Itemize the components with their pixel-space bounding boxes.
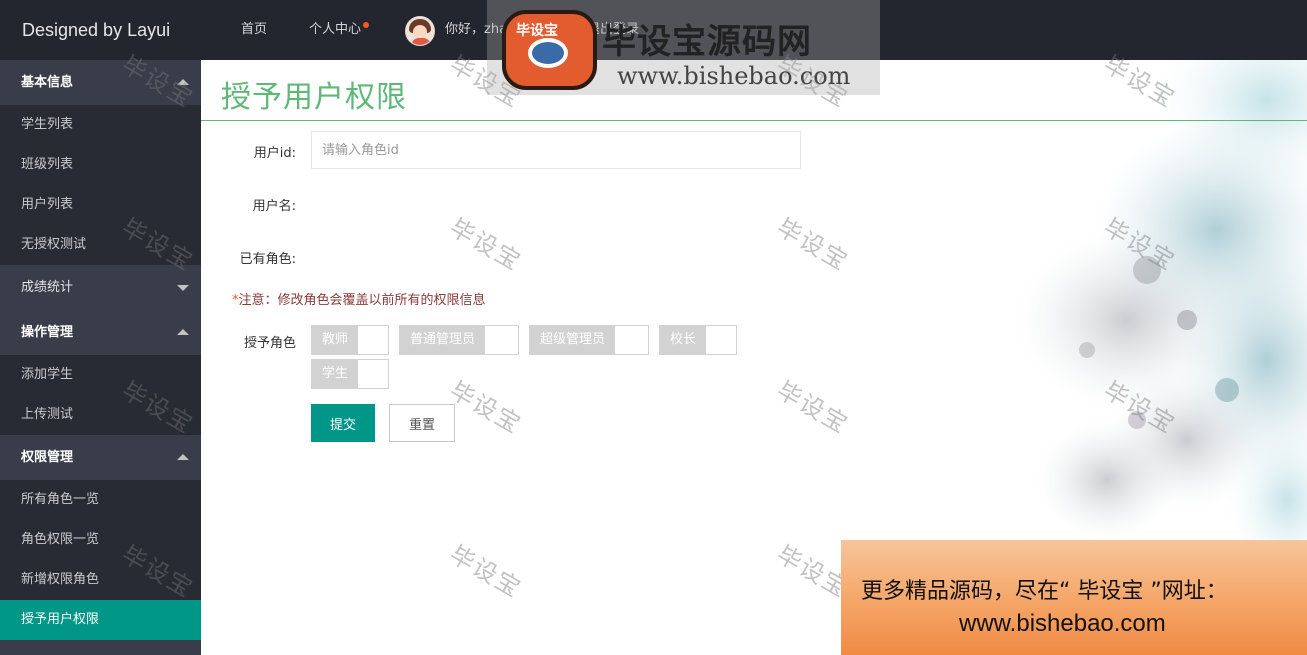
sidebar-item-user-list[interactable]: 用户列表 — [0, 185, 201, 225]
sidebar-item-add-student[interactable]: 添加学生 — [0, 355, 201, 395]
role-checkbox-super-admin[interactable]: 超级管理员 — [529, 325, 649, 355]
grant-roles-label: 授予角色 — [243, 336, 296, 351]
title-divider — [201, 120, 1307, 121]
sidebar-group-label: 权限管理 — [21, 450, 74, 465]
submit-button[interactable]: 提交 — [311, 404, 375, 442]
sidebar-item-student-list[interactable]: 学生列表 — [0, 105, 201, 145]
checkbox-label: 超级管理员 — [530, 326, 616, 354]
caret-up-icon — [177, 79, 189, 85]
role-checkbox-student[interactable]: 学生 — [311, 359, 389, 389]
sidebar-item-add-permission-role[interactable]: 新增权限角色 — [0, 560, 201, 600]
sidebar-item-grant-user-permission[interactable]: 授予用户权限 — [0, 600, 201, 640]
user-id-label: 用户id: — [253, 146, 296, 161]
user-name-label: 用户名: — [252, 199, 296, 214]
sidebar-group-label: 操作管理 — [21, 325, 74, 340]
watermark-banner: 毕设宝 毕设宝源码网 www.bishebao.com — [487, 0, 880, 95]
watermark-logo: 毕设宝 — [502, 10, 597, 90]
role-checkbox-normal-admin[interactable]: 普通管理员 — [399, 325, 519, 355]
role-checkbox-teacher[interactable]: 教师 — [311, 325, 389, 355]
promo-url: www.bishebao.com — [959, 610, 1166, 637]
sidebar-submenu: 添加学生 上传测试 — [0, 355, 201, 435]
reset-button[interactable]: 重置 — [389, 404, 455, 442]
sidebar-submenu: 学生列表 班级列表 用户列表 无授权测试 — [0, 105, 201, 265]
role-checkbox-principal[interactable]: 校长 — [659, 325, 737, 355]
note-text: 注意：修改角色会覆盖以前所有的权限信息 — [238, 293, 486, 308]
sidebar-item-unauthorized-test[interactable]: 无授权测试 — [0, 225, 201, 265]
checkbox-label: 校长 — [660, 326, 707, 354]
sidebar-item-role-permissions[interactable]: 角色权限一览 — [0, 520, 201, 560]
avatar[interactable] — [405, 16, 435, 46]
sidebar-group-score-stats[interactable]: 成绩统计 — [0, 265, 201, 310]
checkbox-label: 普通管理员 — [400, 326, 486, 354]
sidebar-group-label: 基本信息 — [21, 75, 74, 90]
sidebar: Designed by Layui 基本信息 学生列表 班级列表 用户列表 无授… — [0, 0, 201, 655]
sidebar-group-permissions[interactable]: 权限管理 — [0, 435, 201, 480]
checkbox-label: 学生 — [312, 360, 359, 388]
sidebar-group-basic-info[interactable]: 基本信息 — [0, 60, 201, 105]
sidebar-submenu: 所有角色一览 角色权限一览 新增权限角色 授予用户权限 — [0, 480, 201, 640]
sidebar-item-upload-test[interactable]: 上传测试 — [0, 395, 201, 435]
user-id-input[interactable] — [311, 131, 801, 169]
notification-dot — [363, 22, 370, 28]
watermark-banner-title: 毕设宝源码网 — [602, 22, 812, 62]
promo-line1: 更多精品源码，尽在“ 毕设宝 ”网址： — [861, 579, 1228, 604]
app-logo: Designed by Layui — [0, 0, 201, 60]
sidebar-group-operations[interactable]: 操作管理 — [0, 310, 201, 355]
nav-profile[interactable]: 个人中心 — [309, 0, 370, 60]
watermark-banner-url: www.bishebao.com — [617, 62, 851, 90]
caret-up-icon — [177, 454, 189, 460]
caret-up-icon — [177, 329, 189, 335]
checkbox-label: 教师 — [312, 326, 359, 354]
sidebar-item-class-list[interactable]: 班级列表 — [0, 145, 201, 185]
nav-profile-label: 个人中心 — [309, 22, 362, 37]
sidebar-item-all-roles[interactable]: 所有角色一览 — [0, 480, 201, 520]
nav-home[interactable]: 首页 — [241, 0, 267, 60]
page-title: 授予用户权限 — [221, 80, 407, 115]
caret-down-icon — [177, 285, 189, 291]
promo-banner: 更多精品源码，尽在“ 毕设宝 ”网址： www.bishebao.com — [841, 540, 1307, 655]
warning-note: *注意：修改角色会覆盖以前所有的权限信息 — [232, 289, 486, 308]
existing-roles-label: 已有角色: — [239, 252, 296, 267]
watermark-logo-text: 毕设宝 — [516, 23, 558, 39]
sidebar-group-label: 成绩统计 — [21, 280, 74, 295]
